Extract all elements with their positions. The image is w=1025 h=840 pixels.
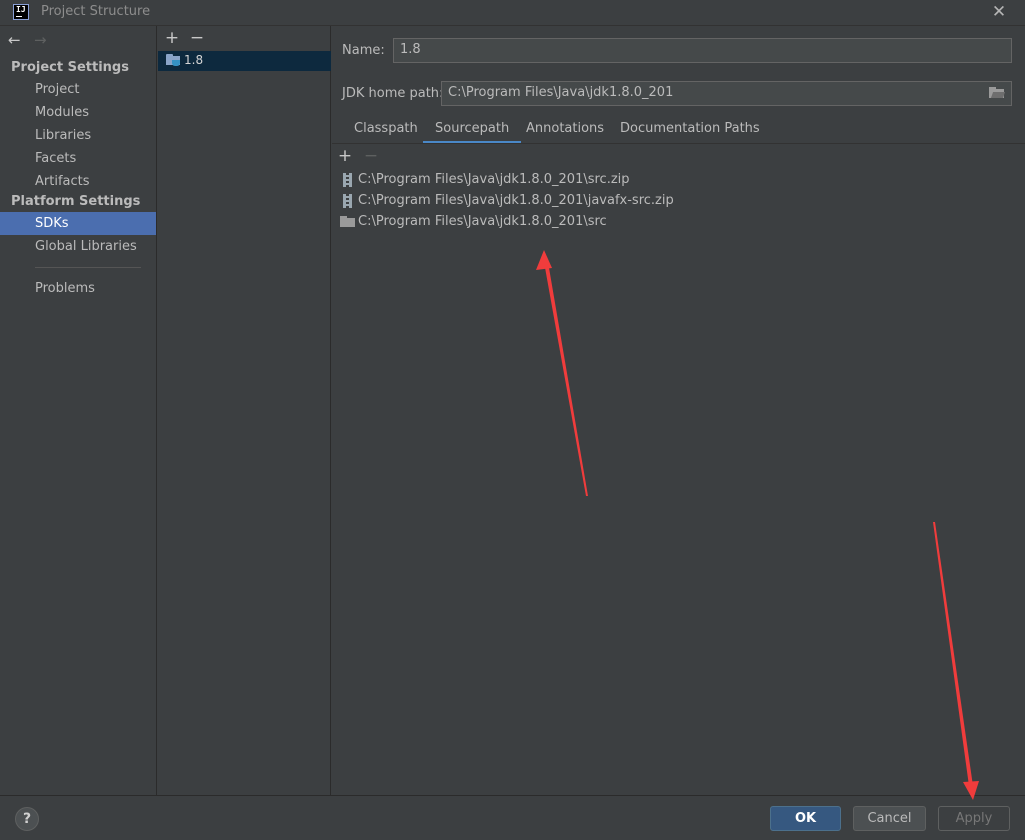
- path-toolbar: + −: [332, 144, 1025, 168]
- path-text: C:\Program Files\Java\jdk1.8.0_201\javaf…: [358, 193, 674, 208]
- path-text: C:\Program Files\Java\jdk1.8.0_201\src.z…: [358, 172, 630, 187]
- sidebar-item-sdks[interactable]: SDKs: [0, 212, 156, 235]
- window-title: Project Structure: [41, 4, 151, 19]
- tab-classpath[interactable]: Classpath: [342, 118, 430, 144]
- sidebar-item-global-libraries[interactable]: Global Libraries: [0, 235, 156, 258]
- sidebar-item-artifacts[interactable]: Artifacts: [0, 170, 156, 193]
- sidebar-item-facets[interactable]: Facets: [0, 147, 156, 170]
- archive-icon: [343, 194, 352, 208]
- platform-settings-heading: Platform Settings: [11, 194, 141, 209]
- list-item[interactable]: C:\Program Files\Java\jdk1.8.0_201\javaf…: [340, 191, 674, 211]
- tab-documentation-paths[interactable]: Documentation Paths: [608, 118, 772, 144]
- tab-annotations[interactable]: Annotations: [514, 118, 616, 144]
- jdk-home-label: JDK home path:: [342, 86, 444, 101]
- tab-sourcepath[interactable]: Sourcepath: [423, 118, 522, 144]
- sidebar-divider: [35, 267, 141, 268]
- browse-folder-icon[interactable]: [989, 86, 1006, 100]
- remove-sdk-button[interactable]: −: [188, 29, 206, 47]
- apply-button[interactable]: Apply: [938, 806, 1010, 831]
- sidebar-item-project[interactable]: Project: [0, 78, 156, 101]
- jdk-folder-icon: [166, 54, 181, 67]
- add-path-button[interactable]: +: [336, 147, 354, 165]
- close-icon[interactable]: ✕: [989, 2, 1009, 22]
- sdk-list-panel: + − 1.8: [158, 26, 331, 795]
- project-settings-heading: Project Settings: [11, 60, 129, 75]
- sourcepath-list: C:\Program Files\Java\jdk1.8.0_201\src.z…: [332, 168, 1025, 795]
- list-item[interactable]: C:\Program Files\Java\jdk1.8.0_201\src.z…: [340, 170, 630, 190]
- dialog-button-bar: ? OK Cancel Apply: [0, 795, 1025, 840]
- cancel-button[interactable]: Cancel: [853, 806, 926, 831]
- sdk-details-panel: Name: 1.8 JDK home path: C:\Program File…: [332, 26, 1025, 795]
- add-sdk-button[interactable]: +: [163, 29, 181, 47]
- sidebar-item-problems[interactable]: Problems: [0, 277, 156, 300]
- jdk-home-path-field[interactable]: C:\Program Files\Java\jdk1.8.0_201: [441, 81, 1012, 106]
- sdk-item-label: 1.8: [184, 53, 204, 67]
- back-arrow-icon[interactable]: ←: [8, 31, 21, 49]
- title-bar: IJ Project Structure ✕: [0, 0, 1025, 26]
- name-field[interactable]: 1.8: [393, 38, 1012, 63]
- logo-text: IJ: [16, 5, 26, 14]
- ok-button[interactable]: OK: [770, 806, 841, 831]
- forward-arrow-icon[interactable]: →: [34, 31, 47, 49]
- intellij-logo-icon: IJ: [13, 4, 29, 20]
- archive-icon: [343, 173, 352, 187]
- folder-icon: [340, 216, 355, 228]
- sidebar-item-libraries[interactable]: Libraries: [0, 124, 156, 147]
- sdk-list-item[interactable]: 1.8: [158, 51, 331, 71]
- name-label: Name:: [342, 43, 385, 58]
- sidebar-item-modules[interactable]: Modules: [0, 101, 156, 124]
- remove-path-button[interactable]: −: [362, 147, 380, 165]
- settings-sidebar: ← → Project Settings Project Modules Lib…: [0, 26, 157, 795]
- list-item[interactable]: C:\Program Files\Java\jdk1.8.0_201\src: [340, 212, 607, 232]
- jdk-home-path-value: C:\Program Files\Java\jdk1.8.0_201: [448, 85, 674, 100]
- help-button[interactable]: ?: [15, 807, 39, 831]
- path-text: C:\Program Files\Java\jdk1.8.0_201\src: [358, 214, 607, 229]
